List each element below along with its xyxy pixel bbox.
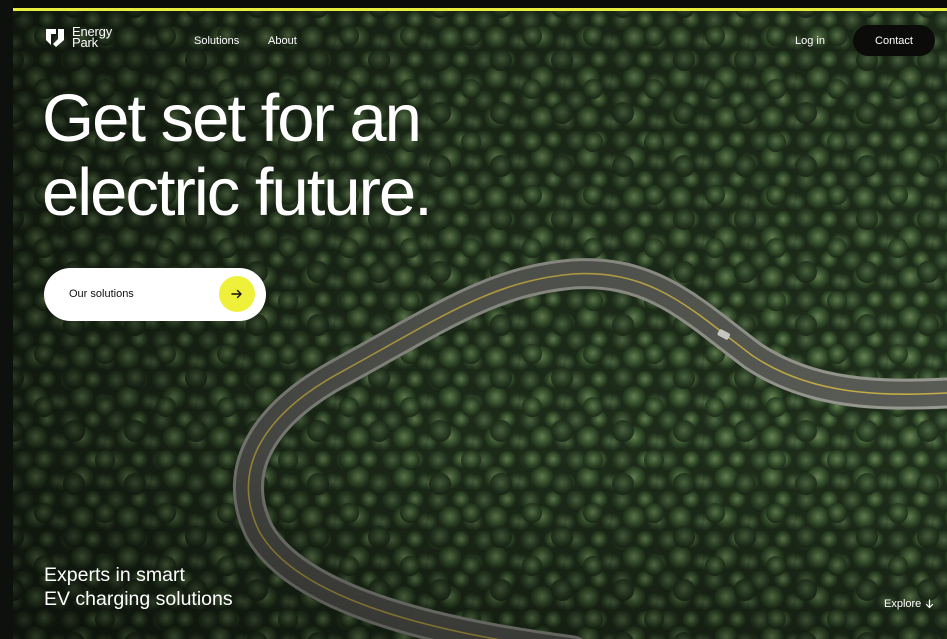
arrow-down-icon	[926, 599, 934, 609]
contact-button[interactable]: Contact	[853, 25, 935, 56]
page: Energy Park Solutions About Log in Conta…	[0, 0, 947, 639]
nav-link-about[interactable]: About	[268, 35, 297, 47]
hero-tagline-line1: Experts in smart	[44, 564, 185, 586]
logo-mark-icon	[46, 29, 64, 47]
top-accent-bar	[0, 0, 947, 11]
explore-label: Explore	[884, 598, 922, 610]
hero-headline-line2: electric future.	[42, 155, 433, 230]
our-solutions-button[interactable]: Our solutions	[44, 268, 266, 321]
our-solutions-label: Our solutions	[69, 288, 134, 300]
nav-link-solutions[interactable]: Solutions	[194, 35, 239, 47]
hero-headline-line1: Get set for an	[42, 81, 422, 156]
arrow-right-icon	[219, 276, 255, 312]
hero-tagline-line2: EV charging solutions	[44, 588, 233, 610]
brand-logo[interactable]: Energy Park	[44, 25, 132, 49]
hero-tagline: Experts in smart EV charging solutions	[44, 563, 233, 611]
brand-name: Energy Park	[72, 25, 132, 49]
hero-headline: Get set for an electric future.	[42, 82, 602, 230]
login-link[interactable]: Log in	[795, 35, 825, 47]
explore-link[interactable]: Explore	[884, 598, 934, 610]
accent-line	[13, 8, 947, 11]
window-edge	[0, 0, 13, 639]
